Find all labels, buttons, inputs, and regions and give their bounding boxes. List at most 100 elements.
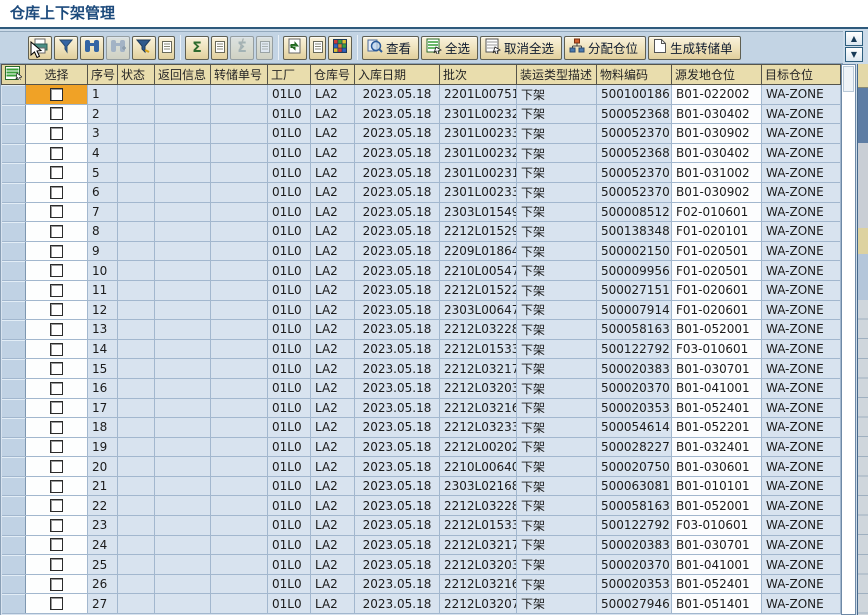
cell-transfer_no[interactable]	[211, 182, 268, 202]
row-selector[interactable]	[2, 163, 26, 183]
column-header-12[interactable]: 目标仓位	[762, 65, 841, 85]
cell-seq[interactable]: 20	[88, 457, 118, 477]
cell-material[interactable]: 500138348	[597, 222, 672, 242]
filter-menu-button[interactable]	[158, 36, 175, 60]
cell-return_msg[interactable]	[155, 516, 211, 536]
cell-target_bin[interactable]: WA-ZONE	[762, 320, 841, 340]
row-selector[interactable]	[2, 476, 26, 496]
cell-batch[interactable]: 2212L03203	[440, 555, 517, 575]
cell-plant[interactable]: 01L0	[268, 516, 311, 536]
cell-plant[interactable]: 01L0	[268, 143, 311, 163]
cell-batch[interactable]: 2303L02168	[440, 476, 517, 496]
cell-ship_type[interactable]: 下架	[517, 535, 597, 555]
cell-seq[interactable]: 24	[88, 535, 118, 555]
cell-batch[interactable]: 2301L00232	[440, 104, 517, 124]
row-selector[interactable]	[2, 124, 26, 144]
cell-inbound_date[interactable]: 2023.05.18	[355, 516, 440, 536]
cell-transfer_no[interactable]	[211, 535, 268, 555]
cell-transfer_no[interactable]	[211, 104, 268, 124]
cell-material[interactable]: 500028227	[597, 437, 672, 457]
cell-material[interactable]: 500054614	[597, 418, 672, 438]
cell-target_bin[interactable]: WA-ZONE	[762, 574, 841, 594]
cell-batch[interactable]: 2201L00751	[440, 85, 517, 105]
checkbox-cell[interactable]	[26, 418, 88, 438]
cell-warehouse[interactable]: LA2	[311, 418, 355, 438]
cell-transfer_no[interactable]	[211, 555, 268, 575]
checkbox-cell[interactable]	[26, 594, 88, 614]
cell-material[interactable]: 500027946	[597, 594, 672, 614]
export-button[interactable]	[283, 36, 307, 60]
cell-material[interactable]: 500122792	[597, 339, 672, 359]
cell-seq[interactable]: 1	[88, 85, 118, 105]
checkbox-cell[interactable]	[26, 535, 88, 555]
select-all-corner-button[interactable]	[2, 65, 26, 85]
cell-source_bin[interactable]: B01-022002	[672, 85, 762, 105]
cell-material[interactable]: 500020353	[597, 398, 672, 418]
cell-plant[interactable]: 01L0	[268, 261, 311, 281]
row-selector[interactable]	[2, 535, 26, 555]
cell-status[interactable]	[118, 339, 155, 359]
row-selector[interactable]	[2, 339, 26, 359]
cell-transfer_no[interactable]	[211, 437, 268, 457]
checkbox-cell[interactable]	[26, 496, 88, 516]
cell-source_bin[interactable]: B01-051401	[672, 594, 762, 614]
cell-batch[interactable]: 2212L03217	[440, 359, 517, 379]
row-selector[interactable]	[2, 359, 26, 379]
row-selector[interactable]	[2, 85, 26, 105]
cell-plant[interactable]: 01L0	[268, 359, 311, 379]
row-checkbox[interactable]	[50, 166, 63, 179]
checkbox-cell[interactable]	[26, 516, 88, 536]
row-selector[interactable]	[2, 496, 26, 516]
cell-warehouse[interactable]: LA2	[311, 182, 355, 202]
cell-warehouse[interactable]: LA2	[311, 457, 355, 477]
row-checkbox[interactable]	[50, 264, 63, 277]
cell-material[interactable]: 500009956	[597, 261, 672, 281]
cell-material[interactable]: 500052368	[597, 104, 672, 124]
scroll-up-button[interactable]: ▲	[845, 31, 863, 46]
cell-batch[interactable]: 2301L00232	[440, 143, 517, 163]
cell-warehouse[interactable]: LA2	[311, 398, 355, 418]
checkbox-cell[interactable]	[26, 143, 88, 163]
cell-return_msg[interactable]	[155, 222, 211, 242]
cell-batch[interactable]: 2212L01533	[440, 339, 517, 359]
cell-transfer_no[interactable]	[211, 496, 268, 516]
cell-ship_type[interactable]: 下架	[517, 555, 597, 575]
cell-transfer_no[interactable]	[211, 378, 268, 398]
cell-transfer_no[interactable]	[211, 574, 268, 594]
cell-inbound_date[interactable]: 2023.05.18	[355, 574, 440, 594]
cell-return_msg[interactable]	[155, 163, 211, 183]
cell-status[interactable]	[118, 124, 155, 144]
subtotal-button[interactable]: Σ∕	[230, 36, 254, 60]
cell-ship_type[interactable]: 下架	[517, 378, 597, 398]
cell-source_bin[interactable]: B01-030902	[672, 182, 762, 202]
cell-ship_type[interactable]: 下架	[517, 359, 597, 379]
cell-material[interactable]: 500020370	[597, 378, 672, 398]
cell-return_msg[interactable]	[155, 280, 211, 300]
cell-warehouse[interactable]: LA2	[311, 476, 355, 496]
cell-target_bin[interactable]: WA-ZONE	[762, 280, 841, 300]
checkbox-cell[interactable]	[26, 300, 88, 320]
cell-inbound_date[interactable]: 2023.05.18	[355, 222, 440, 242]
cell-status[interactable]	[118, 261, 155, 281]
cell-return_msg[interactable]	[155, 124, 211, 144]
cell-transfer_no[interactable]	[211, 124, 268, 144]
cell-source_bin[interactable]: B01-030402	[672, 104, 762, 124]
assign-bin-button[interactable]: 分配仓位	[564, 36, 646, 60]
cell-source_bin[interactable]: B01-052001	[672, 320, 762, 340]
cell-material[interactable]: 500020383	[597, 535, 672, 555]
cell-source_bin[interactable]: B01-041001	[672, 555, 762, 575]
cell-return_msg[interactable]	[155, 261, 211, 281]
cell-batch[interactable]: 2301L00233	[440, 182, 517, 202]
cell-source_bin[interactable]: B01-041001	[672, 378, 762, 398]
cell-seq[interactable]: 26	[88, 574, 118, 594]
row-selector[interactable]	[2, 104, 26, 124]
cell-target_bin[interactable]: WA-ZONE	[762, 594, 841, 614]
cell-status[interactable]	[118, 300, 155, 320]
cell-warehouse[interactable]: LA2	[311, 261, 355, 281]
row-selector[interactable]	[2, 457, 26, 477]
cell-plant[interactable]: 01L0	[268, 163, 311, 183]
cell-transfer_no[interactable]	[211, 85, 268, 105]
cell-source_bin[interactable]: F01-020501	[672, 261, 762, 281]
cell-inbound_date[interactable]: 2023.05.18	[355, 476, 440, 496]
cell-target_bin[interactable]: WA-ZONE	[762, 476, 841, 496]
